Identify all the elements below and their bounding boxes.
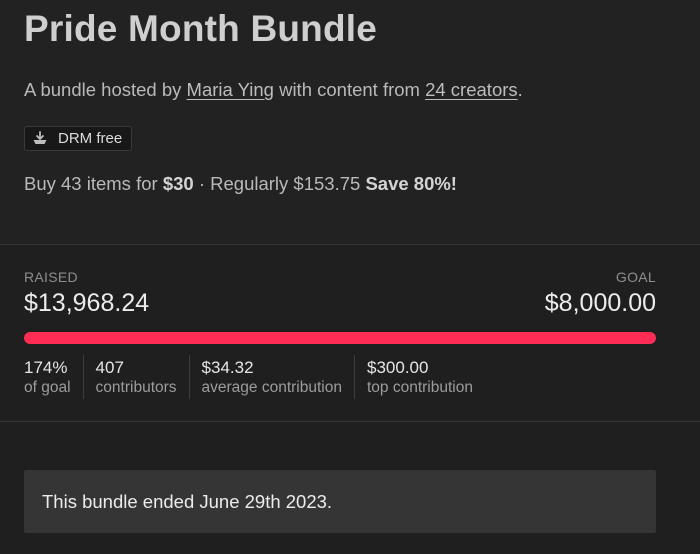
funding-stats: 174% of goal 407 contributors $34.32 ave… [24,355,497,399]
stat-label: average contribution [201,379,342,396]
stat-contributors: 407 contributors [96,355,190,399]
goal-label: GOAL [615,269,656,285]
download-tray-icon [31,131,49,147]
bundle-subtitle: A bundle hosted by Maria Ying with conte… [24,79,523,101]
stat-label: top contribution [367,379,473,396]
stat-value: $300.00 [367,358,429,377]
stat-label: of goal [24,379,71,396]
offer-prefix: Buy 43 items for [24,173,163,194]
progress-bar [24,332,656,344]
bundle-offer: Buy 43 items for $30 · Regularly $153.75… [24,173,457,195]
badge-label: DRM free [58,130,123,147]
subtitle-prefix: A bundle hosted by [24,79,187,100]
offer-savings: Save 80%! [365,173,457,194]
goal-amount: $8,000.00 [544,289,656,317]
subtitle-middle: with content from [273,79,426,100]
raised-amount: $13,968.24 [24,289,150,317]
bundle-ended-notice: This bundle ended June 29th 2023. [24,470,656,533]
offer-price: $30 [162,173,194,194]
stat-top-contribution: $300.00 top contribution [367,355,485,399]
host-link[interactable]: Maria Ying [187,79,274,100]
drm-free-badge: DRM free [24,126,133,151]
stat-label: contributors [95,379,177,396]
stat-average-contribution: $34.32 average contribution [202,355,355,399]
stat-value: 174% [24,358,68,377]
notice-text: This bundle ended June 29th 2023. [42,490,333,512]
stat-value: 407 [95,358,124,377]
stat-percent-of-goal: 174% of goal [24,355,84,399]
stat-value: $34.32 [201,358,254,377]
raised-label: RAISED [24,269,78,285]
creators-link[interactable]: 24 creators [425,79,518,100]
offer-regular: · Regularly $153.75 [193,173,366,194]
page-title: Pride Month Bundle [24,8,378,49]
bundle-header: Pride Month Bundle A bundle hosted by Ma… [0,0,700,245]
progress-bar-fill [24,332,656,344]
subtitle-suffix: . [517,79,523,100]
funding-progress: RAISED GOAL $13,968.24 $8,000.00 174% of… [0,245,700,422]
